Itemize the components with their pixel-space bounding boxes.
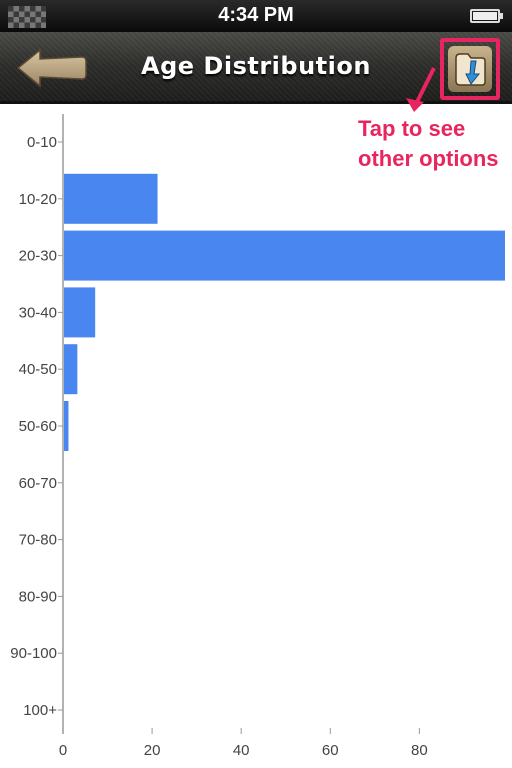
y-tick-label: 40-50 [19, 361, 57, 378]
bar-30-40 [64, 287, 96, 338]
bar-20-30 [64, 230, 505, 281]
options-button[interactable] [440, 38, 500, 100]
x-tick-label: 80 [411, 742, 428, 759]
y-tick-label: 50-60 [19, 418, 57, 435]
bar-50-60 [64, 401, 69, 451]
battery-icon [470, 9, 503, 23]
age-distribution-chart: 0-10 10-20 20-30 30-40 40-50 50-60 60-70 70-80 8… [0, 104, 512, 768]
x-tick-label: 40 [233, 742, 250, 759]
status-bar: 4:34 PM [0, 0, 512, 32]
y-tick-label: 0-10 [27, 134, 57, 151]
y-tick-label: 100+ [23, 702, 57, 719]
y-tick-label: 90-100 [10, 645, 57, 662]
y-tick-label: 60-70 [19, 475, 57, 492]
y-tick-label: 30-40 [19, 304, 57, 321]
folder-download-icon [455, 53, 486, 86]
x-tick-label: 0 [59, 742, 67, 759]
y-tick-label: 20-30 [19, 248, 57, 265]
status-time: 4:34 PM [218, 4, 294, 26]
y-tick-label: 80-90 [19, 588, 57, 605]
bar-10-20 [64, 173, 158, 224]
x-tick-label: 20 [144, 742, 161, 759]
chart-svg: 0-10 10-20 20-30 30-40 40-50 50-60 60-70 70-80 8… [10, 114, 505, 759]
y-tick-label: 70-80 [19, 532, 57, 549]
bar-40-50 [64, 344, 78, 395]
x-tick-label: 60 [322, 742, 339, 759]
y-tick-label: 10-20 [19, 191, 57, 208]
